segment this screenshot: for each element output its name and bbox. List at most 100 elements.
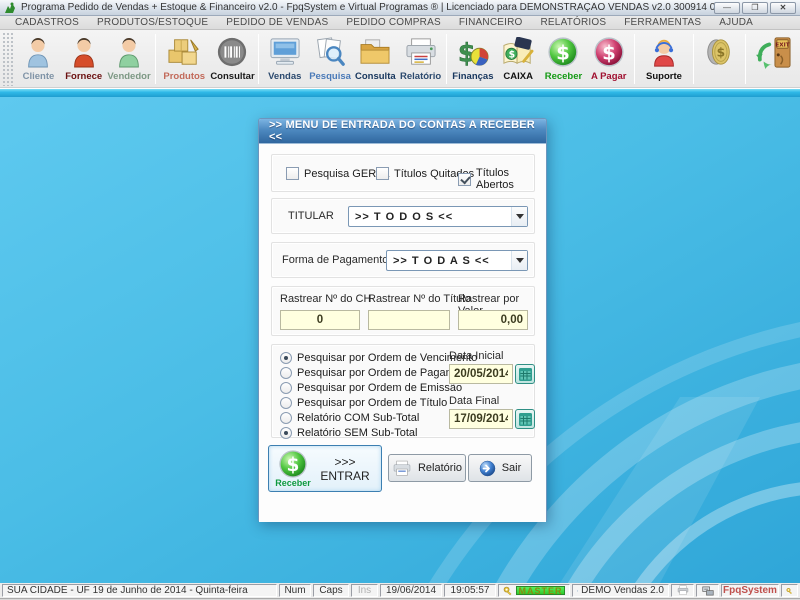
application-window: { "window": { "title": "Programa Pedido … <box>0 0 800 600</box>
pay-money-icon: $ <box>593 34 625 70</box>
toolbar-button-vendedor[interactable]: Vendedor <box>106 32 151 86</box>
toolbar-button-consultar[interactable]: Consultar <box>210 32 255 86</box>
toolbar-button-suporte[interactable]: Suporte <box>638 32 689 86</box>
key-icon <box>786 586 793 596</box>
radio-circle[interactable] <box>280 412 292 424</box>
support-agent-icon <box>648 34 680 70</box>
rastrear-ch-input[interactable] <box>280 310 360 330</box>
status-caps-lock: Caps <box>313 584 349 597</box>
data-inicial-calendar-button[interactable] <box>515 364 535 384</box>
network-icon <box>702 586 714 596</box>
menu-produtos-estoque[interactable]: PRODUTOS/ESTOQUE <box>88 17 217 28</box>
dialog-titlebar[interactable]: >> MENU DE ENTRADA DO CONTAS A RECEBER <… <box>259 119 546 143</box>
toolbar-button-caixa[interactable]: $ CAIXA <box>496 32 541 86</box>
rastrear-ch-label: Rastrear Nº do CH <box>280 293 371 305</box>
entrar-button[interactable]: $ Receber >>> ENTRAR <box>268 445 382 492</box>
checkbox-box[interactable] <box>458 173 471 186</box>
menu-ajuda[interactable]: AJUDA <box>710 17 762 28</box>
minimize-button[interactable]: — <box>714 2 740 14</box>
radio-ordem-emissao[interactable]: Pesquisar por Ordem de Emissão <box>280 382 462 394</box>
toolbar-separator <box>446 34 447 84</box>
titular-dropdown[interactable]: >> T O D O S << <box>348 206 528 227</box>
checkbox-pesquisa-geral[interactable]: Pesquisa GERAL <box>286 167 390 180</box>
toolbar-gripper[interactable] <box>2 32 14 86</box>
finance-dollar-pie-icon: $ <box>456 34 490 70</box>
toolbar-button-consulta[interactable]: Consulta <box>353 32 398 86</box>
menu-ferramentas[interactable]: FERRAMENTAS <box>615 17 710 28</box>
checkbox-box[interactable] <box>376 167 389 180</box>
checkbox-titulos-abertos[interactable]: Títulos Abertos <box>458 167 534 191</box>
dropdown-arrow-zone[interactable] <box>511 207 527 226</box>
menu-pedido-compras[interactable]: PEDIDO COMPRAS <box>337 17 449 28</box>
status-brand: FpqSystem <box>721 584 779 597</box>
toolbar-button-cliente[interactable]: Cliente <box>16 32 61 86</box>
toolbar-button-vendas[interactable]: Vendas <box>262 32 307 86</box>
data-final-calendar-button[interactable] <box>515 409 535 429</box>
ordenacao-group: Pesquisar por Ordem de Vencimento Pesqui… <box>271 344 535 438</box>
sair-button[interactable]: Sair <box>468 454 532 482</box>
svg-text:$: $ <box>287 455 300 476</box>
menu-financeiro[interactable]: FINANCEIRO <box>450 17 532 28</box>
menu-pedido-de-vendas[interactable]: PEDIDO DE VENDAS <box>217 17 337 28</box>
dropdown-arrow-zone[interactable] <box>511 251 527 270</box>
cashbook-icon: $ <box>501 34 535 70</box>
receber-orb-label: Receber <box>275 478 311 488</box>
data-final-input[interactable] <box>449 409 513 429</box>
window-titlebar: Programa Pedido de Vendas + Estoque & Fi… <box>0 0 800 16</box>
radio-relatorio-com-subtotal[interactable]: Relatório COM Sub-Total <box>280 412 419 424</box>
radio-circle[interactable] <box>280 427 292 439</box>
entrar-button-label: >>> ENTRAR <box>313 455 377 483</box>
menu-relatorios[interactable]: RELATÓRIOS <box>532 17 616 28</box>
toolbar-button-exit[interactable]: EXIT <box>749 32 800 86</box>
relatorio-button[interactable]: Relatório <box>388 454 466 482</box>
toolbar-button-financas[interactable]: $ Finanças <box>450 32 495 86</box>
radio-relatorio-sem-subtotal[interactable]: Relatório SEM Sub-Total <box>280 427 417 439</box>
forma-pagamento-dropdown[interactable]: >> T O D A S << <box>386 250 528 271</box>
client-person-icon <box>23 34 53 70</box>
svg-text:$: $ <box>557 41 571 64</box>
checkbox-group: Pesquisa GERAL Títulos Quitados Títulos … <box>271 154 535 192</box>
status-insert-mode: Ins <box>351 584 378 597</box>
radio-circle[interactable] <box>280 397 292 409</box>
toolbar-button-receber[interactable]: $ Receber <box>541 32 586 86</box>
status-printer-button[interactable] <box>671 584 694 597</box>
rastrear-valor-input[interactable] <box>458 310 528 330</box>
chevron-down-icon <box>516 258 524 263</box>
rastrear-titulo-input[interactable] <box>368 310 450 330</box>
toolbar-button-coin[interactable]: $ <box>697 32 742 86</box>
toolbar-button-pesquisa[interactable]: Pesquisa <box>307 32 352 86</box>
radio-circle[interactable] <box>280 352 292 364</box>
toolbar-button-relatorio[interactable]: Relatório <box>398 32 443 86</box>
radio-circle[interactable] <box>280 367 292 379</box>
toolbar-button-fornece[interactable]: Fornece <box>61 32 106 86</box>
toolbar-button-a-pagar[interactable]: $ A Pagar <box>586 32 631 86</box>
menu-cadastros[interactable]: CADASTROS <box>6 17 88 28</box>
status-network-button[interactable] <box>696 584 719 597</box>
status-security-button[interactable] <box>781 584 798 597</box>
window-title: Programa Pedido de Vendas + Estoque & Fi… <box>21 2 714 13</box>
toolbar-button-produtos[interactable]: Produtos <box>159 32 210 86</box>
receive-money-icon: $ <box>547 34 579 70</box>
checkbox-box[interactable] <box>286 167 299 180</box>
chevron-down-icon <box>516 214 524 219</box>
data-inicial-input[interactable] <box>449 364 513 384</box>
restore-button[interactable]: ❐ <box>742 2 768 14</box>
svg-text:$: $ <box>602 41 616 64</box>
radio-circle[interactable] <box>280 382 292 394</box>
barcode-icon <box>216 34 248 70</box>
menu-bar: CADASTROS PRODUTOS/ESTOQUE PEDIDO DE VEN… <box>0 16 800 30</box>
data-final-label: Data Final <box>449 395 499 407</box>
radio-ordem-titulo[interactable]: Pesquisar por Ordem de Título <box>280 397 447 409</box>
contas-a-receber-dialog: >> MENU DE ENTRADA DO CONTAS A RECEBER <… <box>258 118 547 521</box>
sair-button-label: Sair <box>502 462 522 474</box>
printer-icon <box>392 460 412 477</box>
master-badge: MASTER <box>516 586 565 595</box>
radio-ordem-pagamento[interactable]: Pesquisar por Ordem de Pagamento <box>280 367 476 379</box>
status-date: 19/06/2014 <box>380 584 442 597</box>
desktop-background: >> MENU DE ENTRADA DO CONTAS A RECEBER <… <box>0 97 800 583</box>
radio-ordem-vencimento[interactable]: Pesquisar por Ordem de Vencimento <box>280 352 477 364</box>
forma-pagamento-group: Forma de Pagamento >> T O D A S << <box>271 242 535 278</box>
relatorio-button-label: Relatório <box>418 462 462 474</box>
close-button[interactable]: ✕ <box>770 2 796 14</box>
main-toolbar: Cliente Fornece Vendedor Produtos Consul… <box>0 30 800 88</box>
